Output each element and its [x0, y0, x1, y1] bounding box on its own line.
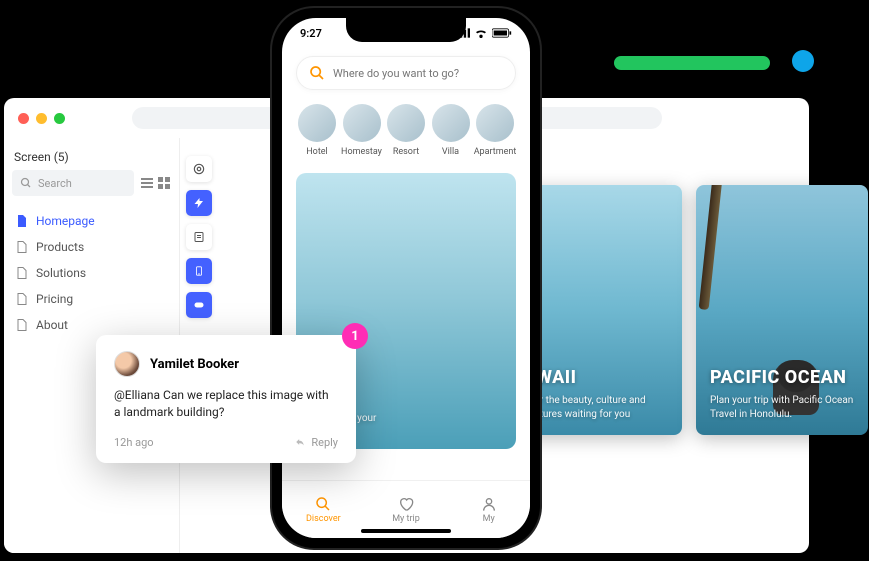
- tab-label: My: [483, 514, 495, 524]
- reply-label: Reply: [311, 436, 338, 449]
- reply-icon: [294, 437, 306, 447]
- comment-timestamp: 12h ago: [114, 436, 154, 449]
- category-label: Hotel: [306, 147, 327, 157]
- promo-cards-row: AWAII over the beauty, culture and ventu…: [510, 185, 868, 435]
- maximize-icon[interactable]: [54, 113, 65, 124]
- decor-pill: [614, 56, 770, 70]
- category-label: Homestay: [341, 147, 382, 157]
- category-image: [476, 104, 514, 142]
- nav-item-solutions[interactable]: Solutions: [4, 260, 179, 286]
- category-image: [432, 104, 470, 142]
- page-filled-icon: [16, 214, 28, 228]
- category-apartment[interactable]: Apartment: [474, 104, 516, 157]
- device-icon: [194, 264, 204, 278]
- category-image: [387, 104, 425, 142]
- nav-label: Homepage: [36, 214, 95, 228]
- status-time: 9:27: [300, 27, 322, 40]
- comment-card[interactable]: 1 Yamilet Booker @Elliana Can we replace…: [96, 335, 356, 463]
- tab-discover[interactable]: Discover: [282, 481, 365, 538]
- panel-search-input[interactable]: Search: [12, 170, 134, 196]
- toggle-icon: [192, 299, 206, 311]
- heart-icon: [398, 496, 414, 512]
- card-title: AWAII: [524, 367, 668, 388]
- nav-label: Pricing: [36, 292, 73, 306]
- panel-search-placeholder: Search: [38, 177, 72, 190]
- category-image: [298, 104, 336, 142]
- card-desc: Plan your trip with Pacific Ocean Travel…: [710, 394, 854, 421]
- page-icon: [16, 266, 28, 280]
- category-homestay[interactable]: Homestay: [341, 104, 383, 157]
- minimize-icon[interactable]: [36, 113, 47, 124]
- page-icon: [16, 240, 28, 254]
- destination-search[interactable]: [296, 56, 516, 90]
- category-villa[interactable]: Villa: [430, 104, 472, 157]
- nav-list: Homepage Products Solutions Pricing Abou…: [4, 204, 179, 342]
- comment-author: Yamilet Booker: [150, 357, 239, 372]
- view-toggle[interactable]: [140, 176, 171, 190]
- panel-title: Screen (5): [4, 138, 179, 170]
- list-view-icon[interactable]: [140, 176, 154, 190]
- battery-icon: [492, 28, 512, 38]
- notification-badge: 1: [342, 323, 368, 349]
- phone-notch: [346, 18, 466, 42]
- tool-device[interactable]: [186, 258, 212, 284]
- search-icon: [309, 65, 325, 81]
- tool-note[interactable]: [186, 224, 212, 250]
- nav-label: Solutions: [36, 266, 86, 280]
- user-icon: [481, 496, 497, 512]
- category-hotel[interactable]: Hotel: [296, 104, 338, 157]
- nav-item-homepage[interactable]: Homepage: [4, 208, 179, 234]
- page-icon: [16, 292, 28, 306]
- card-desc: over the beauty, culture and ventures wa…: [524, 394, 668, 421]
- tab-label: Discover: [306, 514, 341, 524]
- category-image: [343, 104, 381, 142]
- tool-target[interactable]: [186, 156, 212, 182]
- note-icon: [193, 230, 205, 244]
- tool-strip: [184, 138, 214, 318]
- tab-label: My trip: [392, 514, 420, 524]
- nav-item-products[interactable]: Products: [4, 234, 179, 260]
- phone-frame: 9:27 Hotel Homestay Resort Villa Apartme…: [272, 8, 540, 548]
- home-indicator[interactable]: [361, 529, 451, 533]
- page-icon: [16, 318, 28, 332]
- grid-view-icon[interactable]: [157, 176, 171, 190]
- category-label: Apartment: [474, 147, 517, 157]
- tool-toggle[interactable]: [186, 292, 212, 318]
- tool-bolt[interactable]: [186, 190, 212, 216]
- nav-item-pricing[interactable]: Pricing: [4, 286, 179, 312]
- tab-my[interactable]: My: [447, 481, 530, 538]
- reply-button[interactable]: Reply: [294, 436, 338, 449]
- search-icon: [20, 177, 32, 189]
- decor-dot: [792, 50, 814, 72]
- comment-body: @Elliana Can we replace this image with …: [114, 387, 338, 422]
- bolt-icon: [193, 196, 205, 210]
- promo-card-pacific[interactable]: PACIFIC OCEAN Plan your trip with Pacifi…: [696, 185, 868, 435]
- nav-label: Products: [36, 240, 84, 254]
- category-label: Resort: [393, 147, 419, 157]
- avatar: [114, 351, 140, 377]
- destination-input[interactable]: [333, 67, 503, 80]
- wifi-icon: [474, 28, 488, 38]
- category-label: Villa: [442, 147, 459, 157]
- category-resort[interactable]: Resort: [385, 104, 427, 157]
- target-icon: [192, 162, 206, 176]
- card-title: PACIFIC OCEAN: [710, 367, 854, 388]
- search-icon: [315, 496, 331, 512]
- nav-label: About: [36, 318, 68, 332]
- category-row: Hotel Homestay Resort Villa Apartment: [282, 98, 530, 167]
- close-icon[interactable]: [18, 113, 29, 124]
